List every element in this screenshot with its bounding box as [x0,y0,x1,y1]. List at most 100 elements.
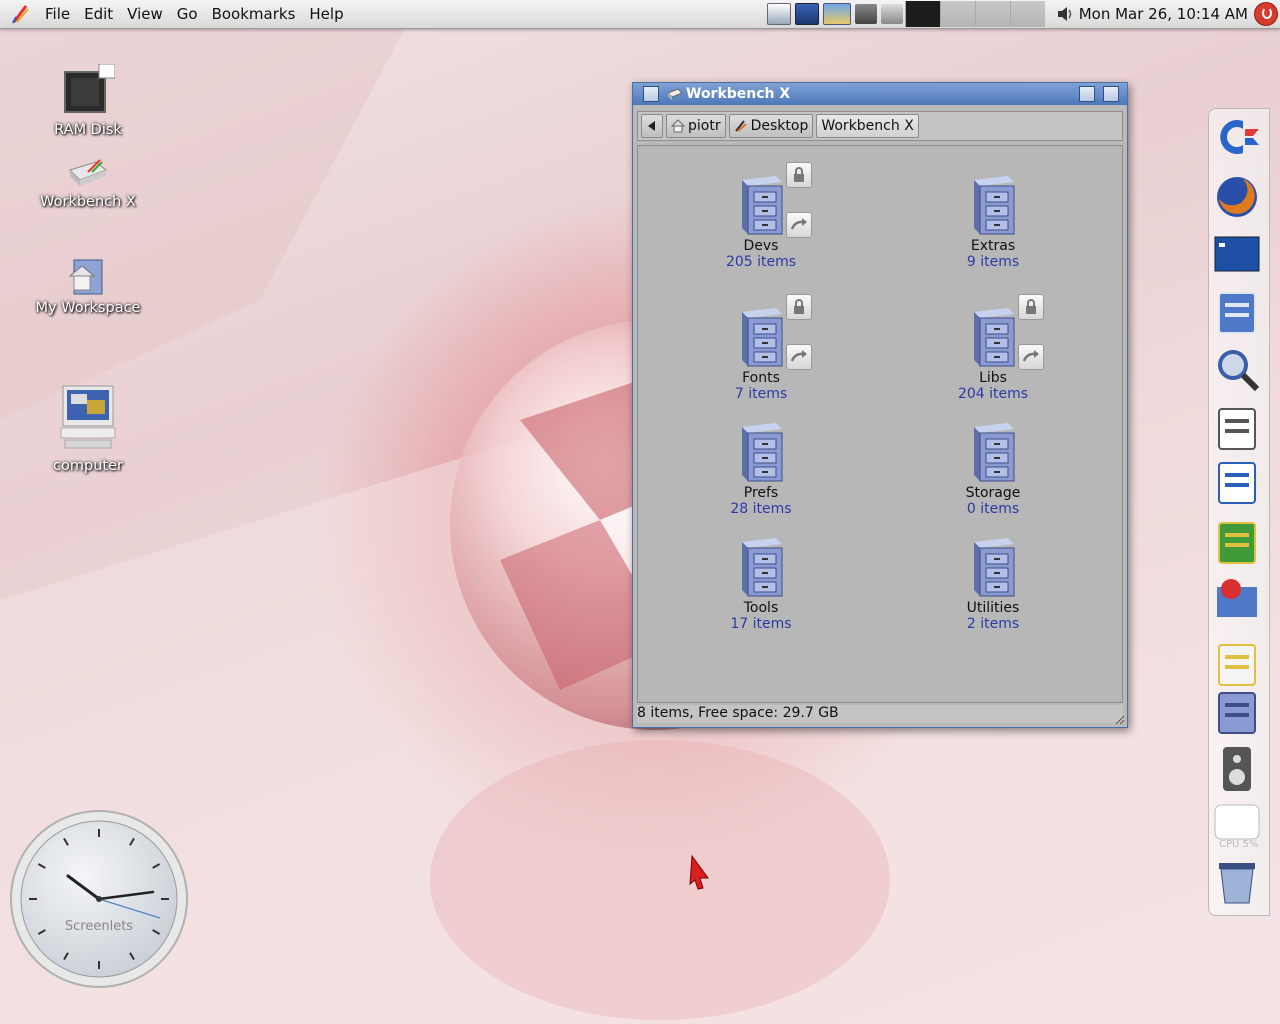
trash-icon[interactable] [1213,857,1261,905]
home-icon [671,119,685,133]
drawer-name: Prefs [743,485,779,501]
datetime-indicator[interactable]: Mon Mar 26, 10:14 AM [1075,5,1254,23]
volume-icon[interactable] [1055,4,1075,24]
desktop-icon-workbench[interactable]: Workbench X [18,156,158,210]
computer-icon [60,385,116,449]
file-cabinet-icon [742,308,783,367]
commodore-icon[interactable] [1213,113,1261,161]
drawer-fonts[interactable]: Fonts 7 items [686,294,836,402]
window-titlebar[interactable]: Workbench X [633,83,1127,105]
path-crumb-current[interactable]: Workbench X [816,114,919,138]
chevron-left-icon [648,121,655,131]
desktop-folder-icon [734,120,747,132]
mail-lock-icon[interactable] [1213,641,1261,689]
drawer-libs[interactable]: Libs 204 items [918,294,1068,402]
menu-edit[interactable]: Edit [77,0,120,28]
menu-go[interactable]: Go [170,0,205,28]
path-crumb-desktop[interactable]: Desktop [728,114,814,138]
workspace-3[interactable] [974,1,1010,27]
dock: CPU 5% [1208,108,1270,916]
drawer-name: Extras [970,238,1016,254]
menu-bar: File Edit View Go Bookmarks Help [0,0,351,28]
window-zoom-button[interactable] [1103,86,1119,102]
file-manager-window: Workbench X piotr Desktop Workbench X De… [632,82,1128,728]
clock-widget[interactable]: Screenlets [10,810,188,988]
file-cabinet-icon [974,423,1015,482]
workspace-icon [68,259,103,295]
path-crumb-home[interactable]: piotr [666,114,726,138]
search-icon[interactable] [1213,345,1261,393]
firefox-icon[interactable] [1213,173,1261,221]
window-title: Workbench X [686,86,791,102]
file-cabinet-icon [974,538,1015,597]
lock-icon [786,162,812,188]
file-cabinet-icon [742,538,783,597]
resize-grip-icon[interactable] [1115,715,1125,725]
lock-icon [1018,294,1044,320]
drawer-item-count: 9 items [966,254,1020,270]
power-icon[interactable] [1254,2,1278,26]
terminal-icon[interactable] [1213,231,1261,279]
path-back-button[interactable] [641,114,663,138]
file-cabinet-icon [742,176,783,235]
desktop-icon-my-workspace[interactable]: My Workspace [18,254,158,316]
workspace-4[interactable] [1009,1,1045,27]
desktop-icon-label: My Workspace [35,300,141,316]
top-panel: File Edit View Go Bookmarks Help Mon Mar… [0,0,1280,29]
monitor-icon[interactable] [794,3,819,25]
workbench-drive-icon [69,159,107,186]
link-arrow-icon [786,212,812,238]
drawer-storage[interactable]: Storage 0 items [918,421,1068,517]
desktop-icon-label: RAM Disk [54,122,122,138]
status-bar: 8 items, Free space: 29.7 GB [637,705,1123,723]
software-icon[interactable] [1213,289,1261,337]
rocket-icon[interactable] [880,4,903,24]
app-launcher-icon[interactable] [10,3,32,25]
desktop-icon-label: Workbench X [40,194,136,210]
drawer-item-count: 2 items [966,616,1020,632]
drawer-name: Fonts [742,370,780,386]
drawer-name: Devs [743,238,779,254]
window-close-button[interactable] [643,86,659,102]
drawer-tools[interactable]: Tools 17 items [686,536,836,632]
cabinet-icon[interactable] [1213,689,1261,737]
drawer-name: Libs [979,370,1007,386]
menu-file[interactable]: File [38,0,77,28]
link-arrow-icon [786,344,812,370]
writer-document-icon[interactable] [1213,459,1261,507]
drawer-item-count: 205 items [725,254,797,270]
workspace-1[interactable] [904,1,940,27]
file-cabinet-icon [974,176,1015,235]
drawer-utilities[interactable]: Utilities 2 items [918,536,1068,632]
recorder-icon[interactable] [1213,573,1261,621]
desktop-icon-label: computer [53,458,123,474]
menu-help[interactable]: Help [302,0,350,28]
image-viewer-icon[interactable] [822,3,851,25]
path-crumb-label: Desktop [750,118,809,134]
file-cabinet-icon [742,423,783,482]
menu-bookmarks[interactable]: Bookmarks [205,0,303,28]
speaker-icon[interactable] [1213,745,1261,793]
drawer-item-count: 28 items [730,501,792,517]
clock-widget-label: Screenlets [65,919,133,934]
menu-view[interactable]: View [120,0,170,28]
drawer-devs[interactable]: Devs 205 items [686,162,836,270]
desktop-icon-computer[interactable]: computer [18,384,158,474]
lock-icon [786,294,812,320]
drawer-prefs[interactable]: Prefs 28 items [686,421,836,517]
cpu-monitor-label: CPU 5% [1219,839,1259,850]
drawer-name: Tools [743,600,779,616]
drawer-name: Utilities [966,600,1020,616]
drawer-item-count: 7 items [734,386,788,402]
chip-icon[interactable] [1213,519,1261,567]
screenshot-icon[interactable] [1213,405,1261,453]
drawer-extras[interactable]: Extras 9 items [918,174,1068,270]
drawer-item-count: 17 items [730,616,792,632]
drawer-item-count: 0 items [966,501,1020,517]
window-iconify-button[interactable] [1079,86,1095,102]
workspace-2[interactable] [939,1,975,27]
desktop-icon-ram-disk[interactable]: RAM Disk [18,63,158,138]
screen-icon[interactable] [766,3,791,25]
network-icon[interactable] [854,4,877,24]
path-crumb-label: piotr [688,118,721,134]
